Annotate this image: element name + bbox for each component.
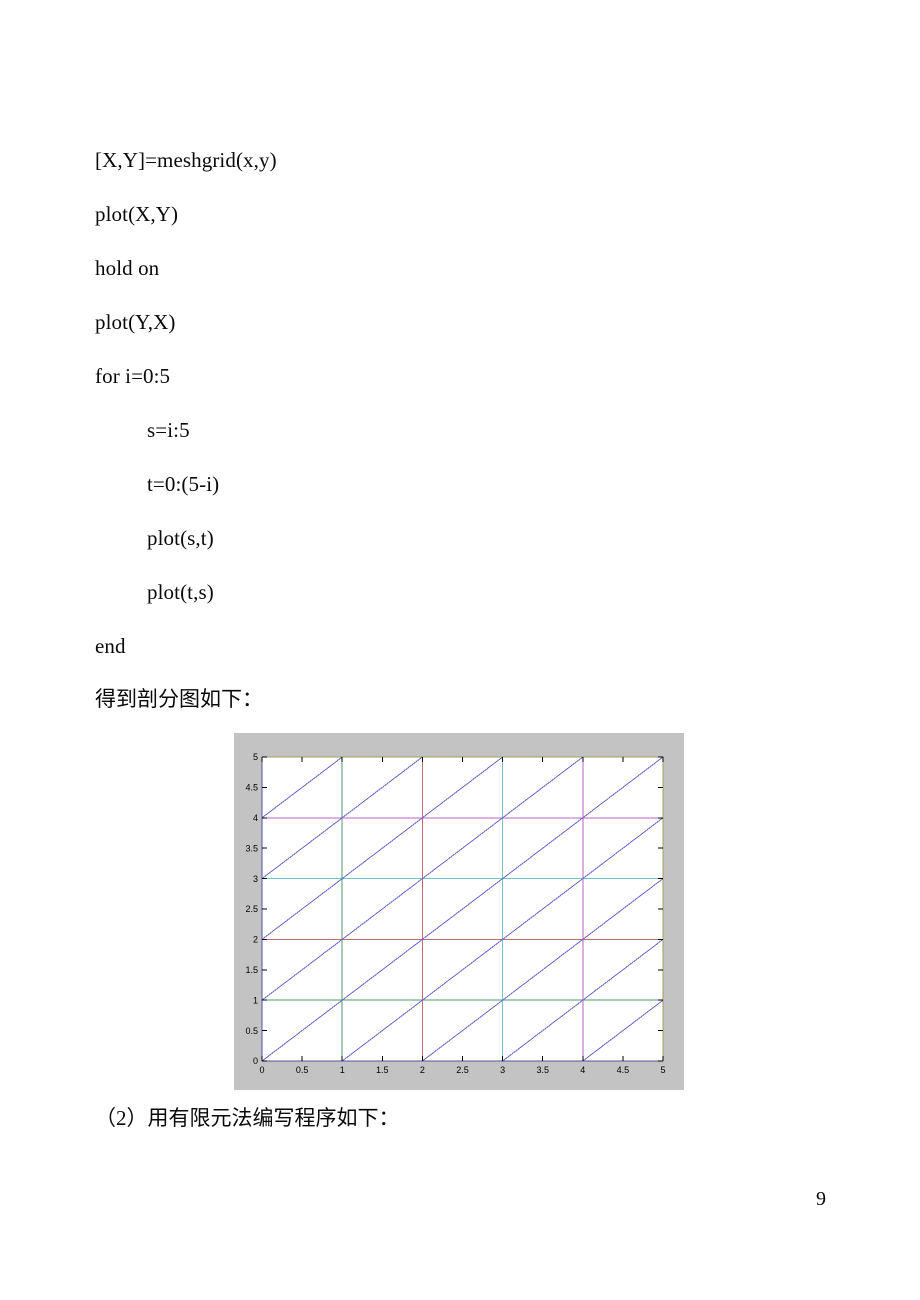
x-tick-label: 2 [420, 1065, 425, 1075]
document-page: [X,Y]=meshgrid(x,y) plot(X,Y) hold on plot(… [0, 0, 920, 1300]
code-line: s=i:5 [147, 418, 190, 442]
code-line: plot(t,s) [147, 580, 214, 604]
x-tick-label: 3.5 [536, 1065, 549, 1075]
matlab-figure-image: 0 0.5 1 1.5 2 2.5 3 3.5 4 4.5 5 0 0.5 1 1.5 2 2.5 3 3.5 4 4.… [234, 733, 684, 1090]
code-line: plot(X,Y) [95, 202, 179, 226]
x-tick-label: 3 [500, 1065, 505, 1075]
x-tick-label: 4.5 [617, 1065, 630, 1075]
y-tick-label: 2 [253, 935, 258, 945]
page-number: 9 [816, 1188, 826, 1210]
y-tick-label: 4 [253, 813, 258, 823]
matlab-code-block: [X,Y]=meshgrid(x,y) plot(X,Y) hold on plot(… [95, 133, 735, 673]
caption-above-figure: 得到剖分图如下： [95, 687, 263, 711]
y-tick-label: 1.5 [245, 965, 258, 975]
y-tick-label: 0 [253, 1056, 258, 1066]
code-line: hold on [95, 256, 160, 280]
y-tick-label: 1 [253, 995, 258, 1005]
x-tick-label: 4 [580, 1065, 585, 1075]
y-tick-label: 2.5 [245, 904, 258, 914]
x-tick-label: 0 [259, 1065, 264, 1075]
figure-canvas: 0 0.5 1 1.5 2 2.5 3 3.5 4 4.5 5 0 0.5 1 1.5 2 2.5 3 3.5 4 4.… [234, 733, 684, 1090]
y-tick-label: 4.5 [245, 783, 258, 793]
code-line: for i=0:5 [95, 364, 171, 388]
caption-below-figure: （2）用有限元法编写程序如下： [95, 1106, 400, 1130]
y-tick-label: 3.5 [245, 843, 258, 853]
code-line: plot(Y,X) [95, 310, 176, 334]
y-tick-label: 5 [253, 752, 258, 762]
code-line: [X,Y]=meshgrid(x,y) [95, 148, 277, 172]
x-tick-label: 0.5 [296, 1065, 309, 1075]
x-tick-label: 2.5 [456, 1065, 469, 1075]
code-line: plot(s,t) [147, 526, 214, 550]
y-tick-label: 0.5 [245, 1026, 258, 1036]
y-tick-label: 3 [253, 874, 258, 884]
code-line: t=0:(5-i) [147, 472, 220, 496]
x-tick-label: 5 [660, 1065, 665, 1075]
mesh-plot-svg: 0 0.5 1 1.5 2 2.5 3 3.5 4 4.5 5 0 0.5 1 1.5 2 2.5 3 3.5 4 4.… [234, 733, 684, 1090]
code-line: end [95, 634, 126, 658]
x-tick-label: 1.5 [376, 1065, 389, 1075]
x-tick-label: 1 [340, 1065, 345, 1075]
